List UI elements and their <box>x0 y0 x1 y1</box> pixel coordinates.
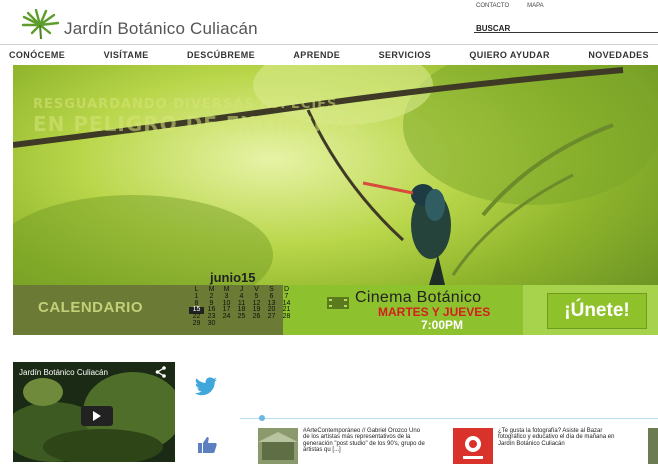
calendar-day <box>279 321 294 328</box>
cinema-icon <box>327 297 349 309</box>
cinema-panel[interactable]: Cinema Botánico MARTES Y JUEVES 7:00PM <box>283 285 523 335</box>
search-input[interactable] <box>474 24 648 33</box>
share-icon[interactable] <box>155 366 167 378</box>
nav-item-aprende[interactable]: APRENDE <box>284 50 349 60</box>
cinema-time: 7:00PM <box>421 318 464 332</box>
calendar-day <box>264 321 279 328</box>
video-title: Jardín Botánico Culiacán <box>19 368 108 377</box>
nav-item-novedades[interactable]: NOVEDADES <box>579 50 658 60</box>
calendar-day[interactable]: 29 <box>189 320 204 328</box>
hero-title: RESGUARDANDO DIVERSAS ESPECIES EN PELIGR… <box>33 97 358 136</box>
post-text: #ArteContemporáneo // Gabriel Orozco Uno… <box>303 428 425 454</box>
search-box <box>474 18 658 33</box>
video-player[interactable]: Jardín Botánico Culiacán <box>13 362 175 462</box>
calendar-label: CALENDARIO <box>38 299 143 316</box>
calendar-day <box>234 321 249 328</box>
main-nav: CONÓCEME VISÍTAME DESCÚBREME APRENDE SER… <box>0 44 658 65</box>
site-name: Jardín Botánico Culiacán <box>64 19 258 38</box>
timeline-line <box>240 418 658 419</box>
cinema-days: MARTES Y JUEVES <box>378 305 491 319</box>
like-icon[interactable] <box>198 436 218 454</box>
mapa-link[interactable]: MAPA <box>527 3 544 9</box>
post-text: ¿Te gusta la fotografía? Asiste al Bazar… <box>498 428 615 447</box>
hero-strip: CALENDARIO Cinema Botánico MARTES Y JUEV… <box>13 285 658 335</box>
nav-item-quiero-ayudar[interactable]: QUIERO AYUDAR <box>460 50 559 60</box>
post-thumbnail-partial[interactable] <box>648 428 658 464</box>
calendar-day <box>249 321 264 328</box>
twitter-icon[interactable] <box>194 377 218 397</box>
play-button[interactable] <box>81 406 113 426</box>
hero-title-line2: EN PELIGRO DE EXTINCIÓN <box>33 112 358 136</box>
calendar-day[interactable]: 26 <box>249 313 264 321</box>
hero-banner: RESGUARDANDO DIVERSAS ESPECIES EN PELIGR… <box>13 65 658 335</box>
join-panel: ¡Únete! <box>523 285 658 335</box>
nav-item-descubreme[interactable]: DESCÚBREME <box>178 50 264 60</box>
calendar-day[interactable]: 25 <box>234 313 249 321</box>
nav-item-conoceme[interactable]: CONÓCEME <box>0 50 74 60</box>
hero-title-line1: RESGUARDANDO DIVERSAS ESPECIES <box>33 97 338 112</box>
calendar-day[interactable]: 24 <box>219 313 234 321</box>
post-thumbnail <box>258 428 298 464</box>
post-thumbnail <box>453 428 493 464</box>
nav-item-servicios[interactable]: SERVICIOS <box>370 50 440 60</box>
calendar-day[interactable]: 27 <box>264 313 279 321</box>
site-header: Jardín Botánico Culiacán CONTACTO MAPA <box>0 0 658 46</box>
join-button[interactable]: ¡Únete! <box>547 293 647 329</box>
utility-links: CONTACTO MAPA <box>476 3 544 9</box>
calendar-day[interactable]: 30 <box>204 320 219 328</box>
calendar-month: junio15 <box>210 270 256 285</box>
nav-item-visitame[interactable]: VISÍTAME <box>95 50 158 60</box>
calendar-day <box>219 321 234 328</box>
site-logo[interactable]: Jardín Botánico Culiacán <box>20 6 258 42</box>
timeline-dot <box>259 415 265 421</box>
palm-logo-icon <box>21 9 60 39</box>
calendar-day[interactable]: 28 <box>279 313 294 321</box>
calendar-grid: L M M J V S D 1 2 3 4 5 6 7 8 9 10 11 12 13 14 15 16 17 18 19 20 21… <box>189 286 294 328</box>
play-icon <box>93 411 101 421</box>
contacto-link[interactable]: CONTACTO <box>476 3 509 9</box>
